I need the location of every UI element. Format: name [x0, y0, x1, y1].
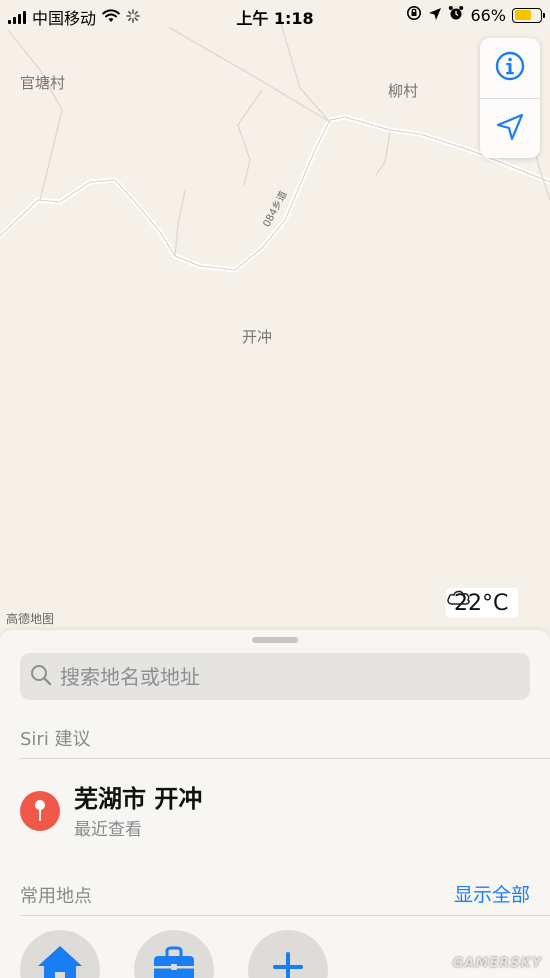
battery-icon: [512, 7, 545, 23]
work-briefcase-icon: [152, 944, 196, 978]
place-label-kaichong: 开冲: [242, 328, 273, 346]
map-roads: [0, 19, 550, 273]
map-info-button[interactable]: [480, 38, 540, 98]
add-favorite-button[interactable]: [248, 930, 328, 978]
show-all-link[interactable]: 显示全部: [454, 880, 530, 907]
orientation-lock-icon: [406, 5, 422, 25]
divider: [20, 915, 550, 916]
favorite-work-button[interactable]: [134, 930, 214, 978]
add-icon: [271, 944, 305, 978]
map-provider-label: 高德地图: [6, 612, 55, 626]
sheet-grabber[interactable]: [252, 637, 298, 643]
place-label-liucun: 柳村: [388, 82, 419, 100]
location-services-icon: [428, 6, 442, 25]
battery-percent: 66%: [470, 5, 506, 25]
siri-suggestions-title: Siri 建议: [20, 729, 91, 750]
map-pin-icon: [20, 791, 60, 831]
location-arrow-icon: [495, 112, 525, 146]
status-bar: 中国移动 上午 1:18 66%: [0, 0, 550, 30]
divider: [20, 758, 550, 759]
search-icon: [30, 664, 52, 690]
bottom-sheet: Siri 建议 芜湖市 开冲 最近查看 常用地点 显示全部: [0, 630, 550, 978]
search-input[interactable]: [60, 664, 500, 689]
map-controls: [480, 38, 540, 158]
favorites-title: 常用地点: [20, 886, 92, 907]
alarm-clock-icon: [448, 5, 464, 25]
search-bar[interactable]: [20, 653, 530, 700]
home-icon: [36, 944, 84, 978]
locate-me-button[interactable]: [480, 98, 540, 158]
map-view[interactable]: 官塘村 柳村 开冲 084乡道 高德地图 22°C: [0, 0, 550, 640]
weather-badge[interactable]: 22°C: [446, 588, 519, 618]
watermark: GAMERSKY: [452, 956, 542, 971]
suggestion-title: 芜湖市 开冲: [74, 785, 203, 813]
place-label-guantang: 官塘村: [20, 74, 66, 92]
favorite-home-button[interactable]: [20, 930, 100, 978]
suggestion-item[interactable]: 芜湖市 开冲 最近查看: [20, 775, 530, 845]
info-icon: [495, 51, 525, 85]
suggestion-subtitle: 最近查看: [74, 820, 142, 840]
